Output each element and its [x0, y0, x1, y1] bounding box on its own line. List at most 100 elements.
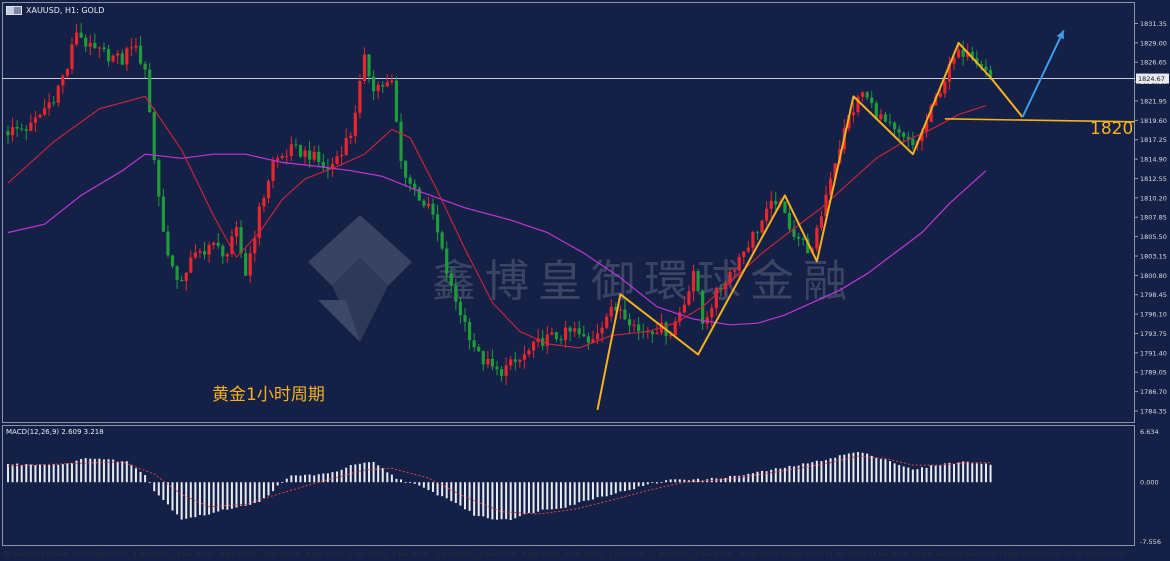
macd-bar: [697, 478, 700, 483]
macd-bar: [125, 461, 128, 483]
macd-bar: [637, 482, 640, 487]
macd-bar: [144, 475, 147, 483]
macd-bar: [916, 469, 919, 483]
bull-candle: [280, 156, 284, 159]
macd-bar: [925, 467, 928, 483]
macd-bar: [317, 474, 320, 483]
bear-candle: [755, 231, 760, 233]
bull-candle: [851, 112, 856, 115]
y-tick-label: 1810.20: [1140, 194, 1167, 202]
macd-bar: [591, 482, 594, 500]
macd-bar: [783, 467, 786, 483]
y-tick-label: 1819.60: [1140, 117, 1167, 125]
macd-bar: [838, 455, 841, 483]
bull-candle: [687, 291, 691, 305]
macd-bar: [249, 482, 252, 505]
bull-candle: [29, 122, 33, 131]
bull-candle: [527, 350, 531, 355]
chart-title: XAUUSD, H1: GOLD: [26, 5, 105, 15]
bear-candle: [472, 340, 476, 348]
y-tick-label: 1786.70: [1140, 388, 1167, 396]
bear-candle: [180, 280, 184, 282]
macd-bar: [523, 482, 526, 515]
current-price-label: 1824.67: [1138, 75, 1165, 83]
macd-bar: [358, 463, 361, 483]
macd-tick-label: -7.556: [1140, 538, 1161, 546]
bull-candle: [111, 55, 115, 62]
macd-bar: [761, 470, 764, 483]
macd-bar: [500, 482, 503, 520]
bear-candle: [403, 160, 408, 178]
macd-bar: [331, 472, 334, 483]
bear-candle: [797, 236, 801, 239]
bear-candle: [513, 359, 517, 362]
bear-candle: [317, 151, 321, 162]
macd-bar: [404, 482, 407, 484]
bear-candle: [216, 242, 220, 246]
bear-candle: [394, 80, 399, 122]
chart-canvas: 鑫博皇御環球金融 1831.351829.001826.651824.30182…: [2, 20, 1169, 558]
bear-candle: [15, 127, 19, 129]
macd-bar: [84, 458, 87, 483]
macd-bar: [866, 453, 869, 483]
macd-bar: [157, 482, 160, 496]
macd-bar: [75, 460, 78, 483]
bear-candle: [458, 301, 463, 316]
bull-candle: [815, 227, 819, 249]
bear-candle: [883, 114, 888, 122]
bear-candle: [93, 43, 97, 49]
bear-candle: [221, 245, 225, 257]
bull-candle: [682, 304, 686, 313]
macd-bar: [802, 463, 805, 483]
bull-candle: [705, 317, 709, 324]
macd-bar: [527, 482, 530, 514]
macd-bar: [984, 463, 987, 483]
bull-candle: [600, 327, 604, 334]
bull-candle: [956, 49, 961, 58]
bull-candle: [943, 81, 947, 94]
macd-bar: [121, 461, 124, 483]
bear-candle: [984, 66, 988, 70]
macd-bar: [724, 478, 727, 483]
x-tick-label: 7 Jan 12:00: [652, 550, 689, 558]
y-tick-label: 1791.40: [1140, 349, 1167, 357]
macd-bar: [194, 482, 197, 518]
macd-bar: [258, 482, 261, 503]
bear-candle: [52, 102, 56, 104]
macd-bar: [669, 479, 672, 483]
macd-bar: [377, 465, 380, 483]
macd-bar: [537, 482, 540, 512]
bull-candle: [563, 327, 568, 341]
macd-bar: [171, 482, 174, 511]
y-tick-label: 1796.10: [1140, 311, 1167, 319]
macd-bar: [34, 465, 37, 483]
bear-candle: [897, 129, 901, 133]
bull-candle: [266, 180, 271, 199]
bull-candle: [504, 365, 508, 376]
bear-candle: [463, 315, 467, 323]
bear-candle: [586, 336, 590, 343]
macd-tick-label: 0.000: [1140, 479, 1159, 487]
macd-bar: [395, 478, 398, 483]
bull-candle: [573, 328, 577, 332]
macd-bar: [898, 465, 901, 483]
bull-candle: [184, 272, 188, 282]
bear-candle: [152, 112, 156, 161]
x-tick-label: 3 Jan 08:00: [133, 550, 170, 558]
bear-candle: [499, 369, 504, 376]
bull-candle: [742, 251, 746, 257]
macd-bar: [422, 482, 425, 488]
macd-bar: [952, 463, 955, 483]
bear-candle: [623, 309, 627, 320]
bull-candle: [38, 114, 42, 118]
macd-bar: [564, 482, 567, 508]
bear-candle: [79, 32, 83, 38]
bull-candle: [262, 198, 266, 207]
macd-bar: [166, 482, 169, 505]
macd-bar: [185, 482, 188, 519]
x-tick-label: 4 Jan 01:00: [219, 550, 256, 558]
macd-bar: [418, 482, 421, 486]
bear-candle: [381, 84, 385, 87]
macd-bar: [578, 482, 581, 503]
bull-candle: [819, 216, 824, 228]
